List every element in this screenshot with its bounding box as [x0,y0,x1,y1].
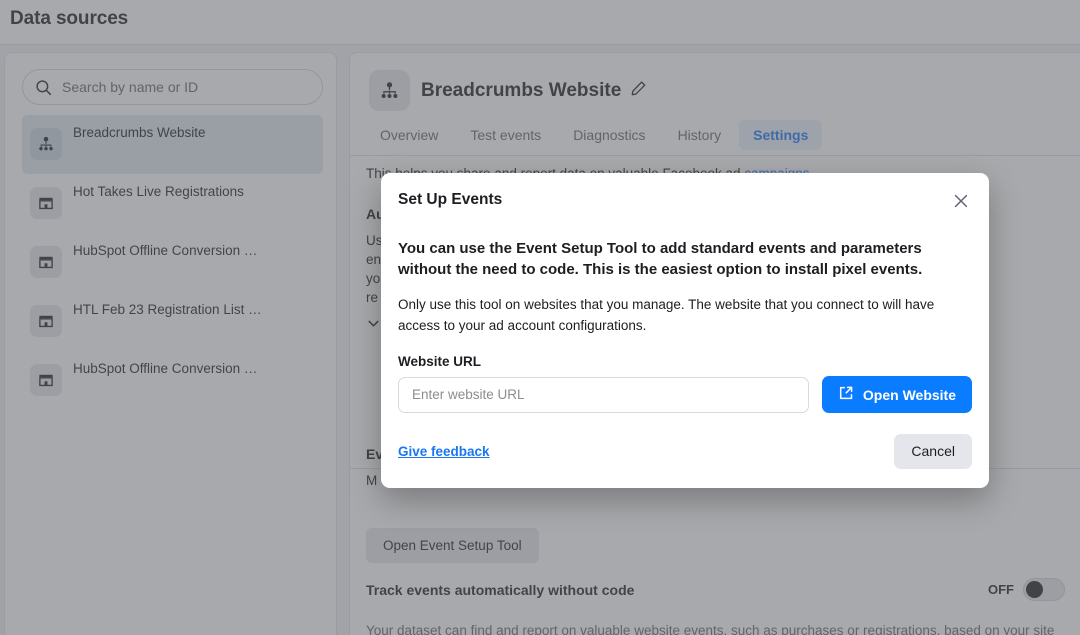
close-icon[interactable] [947,187,975,215]
open-website-button[interactable]: Open Website [821,376,972,413]
dialog-sub-text: Only use this tool on websites that you … [398,297,935,333]
app-root: Data sources [0,0,1080,635]
external-link-icon [838,385,854,404]
dialog-title: Set Up Events [398,191,503,208]
give-feedback-link[interactable]: Give feedback [398,444,490,459]
website-url-row: Open Website [398,376,972,413]
open-website-label: Open Website [862,386,956,403]
website-url-label: Website URL [398,354,482,369]
dialog-header: Set Up Events [381,173,989,226]
dialog-body: You can use the Event Setup Tool to add … [381,238,989,413]
cancel-button[interactable]: Cancel [894,433,972,469]
dialog-lead-text: You can use the Event Setup Tool to add … [398,240,923,278]
website-url-input[interactable] [398,376,809,413]
dialog-footer: Give feedback Cancel [381,414,989,488]
set-up-events-dialog: Set Up Events You can use the Event Setu… [381,173,989,488]
